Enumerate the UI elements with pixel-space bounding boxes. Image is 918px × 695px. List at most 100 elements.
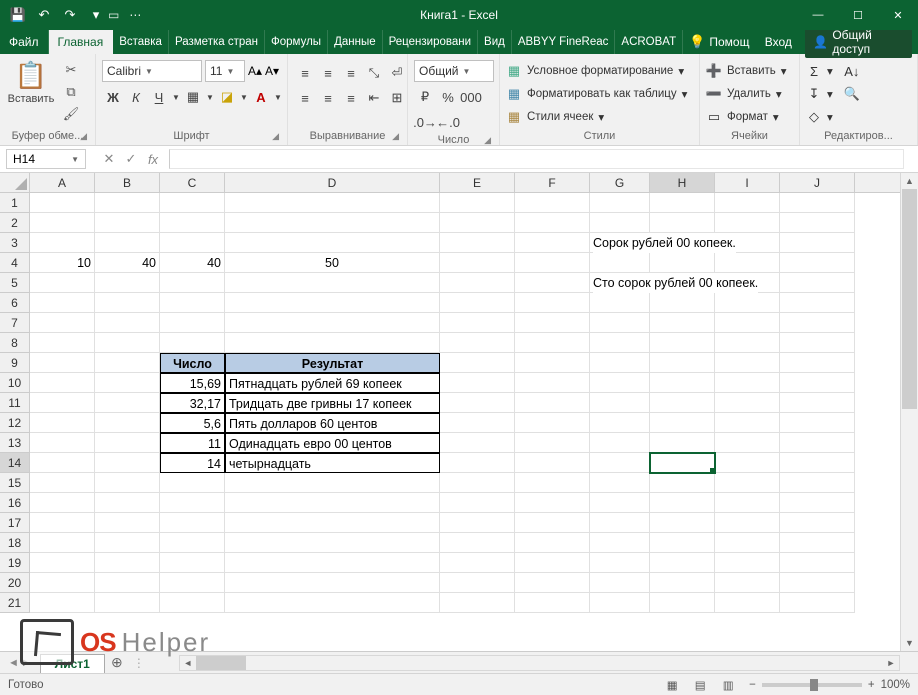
cell[interactable] <box>440 593 515 613</box>
cell[interactable] <box>160 493 225 513</box>
cell[interactable] <box>95 593 160 613</box>
enter-formula-button[interactable]: ✓ <box>121 151 141 167</box>
cell[interactable] <box>160 213 225 233</box>
row-header[interactable]: 12 <box>0 413 30 433</box>
row-header[interactable]: 5 <box>0 273 30 293</box>
cell[interactable] <box>440 213 515 233</box>
save-button[interactable]: 💾 <box>6 3 30 27</box>
cell[interactable]: 32,17 <box>160 393 225 413</box>
cell[interactable] <box>225 573 440 593</box>
conditional-formatting-button[interactable]: ▦Условное форматирование ▾ <box>506 60 687 82</box>
tab-formulas[interactable]: Формулы <box>265 30 328 54</box>
cell[interactable] <box>30 473 95 493</box>
sign-in-label[interactable]: Вход <box>765 35 792 49</box>
cell[interactable] <box>780 213 855 233</box>
font-name-combo[interactable]: Calibri▼ <box>102 60 202 82</box>
cell[interactable] <box>225 333 440 353</box>
cell[interactable] <box>590 593 650 613</box>
cell[interactable] <box>225 493 440 513</box>
decrease-font-button[interactable]: A▾ <box>265 64 279 78</box>
cell[interactable] <box>590 253 650 273</box>
autosum-button[interactable]: Σ▾ A↓ <box>806 60 860 82</box>
zoom-in-button[interactable]: + <box>868 679 875 691</box>
copy-button[interactable]: ⧉ <box>60 82 82 102</box>
tab-insert[interactable]: Вставка <box>113 30 169 54</box>
cell[interactable] <box>590 353 650 373</box>
align-center-button[interactable]: ≡ <box>317 88 339 108</box>
row-header[interactable]: 14 <box>0 453 30 473</box>
cell[interactable] <box>715 333 780 353</box>
row-header[interactable]: 1 <box>0 193 30 213</box>
cell[interactable] <box>225 593 440 613</box>
percent-button[interactable]: % <box>437 87 459 107</box>
row-header[interactable]: 9 <box>0 353 30 373</box>
cell[interactable] <box>95 493 160 513</box>
dialog-launcher-icon[interactable]: ◢ <box>484 135 491 146</box>
col-header[interactable]: E <box>440 173 515 192</box>
cell[interactable]: Результат <box>225 353 440 373</box>
cell[interactable] <box>780 593 855 613</box>
tab-view[interactable]: Вид <box>478 30 512 54</box>
cell[interactable] <box>590 333 650 353</box>
cell[interactable] <box>440 353 515 373</box>
cell[interactable] <box>780 493 855 513</box>
cell[interactable] <box>160 233 225 253</box>
cell[interactable] <box>650 373 715 393</box>
cell[interactable] <box>515 373 590 393</box>
font-size-combo[interactable]: 11▼ <box>205 60 245 82</box>
cell[interactable] <box>30 273 95 293</box>
cell[interactable] <box>225 233 440 253</box>
redo-button[interactable]: ↷ <box>58 3 82 27</box>
cell[interactable] <box>590 553 650 573</box>
cell[interactable] <box>95 553 160 573</box>
cell[interactable] <box>95 473 160 493</box>
col-header[interactable]: A <box>30 173 95 192</box>
cell[interactable] <box>225 213 440 233</box>
cell[interactable] <box>95 573 160 593</box>
view-page-layout-button[interactable]: ▤ <box>689 676 711 694</box>
cell[interactable] <box>780 373 855 393</box>
delete-cells-button[interactable]: ➖Удалить ▾ <box>706 83 787 105</box>
tab-file[interactable]: Файл <box>0 30 49 54</box>
row-header[interactable]: 11 <box>0 393 30 413</box>
row-header[interactable]: 13 <box>0 433 30 453</box>
align-right-button[interactable]: ≡ <box>340 88 362 108</box>
customize-qat-button[interactable]: ▾ <box>84 3 108 27</box>
cell[interactable]: Пять долларов 60 центов <box>225 413 440 433</box>
col-header[interactable]: F <box>515 173 590 192</box>
cell[interactable] <box>515 333 590 353</box>
cell[interactable] <box>590 413 650 433</box>
cell[interactable] <box>440 253 515 273</box>
increase-decimal-button[interactable]: .0→ <box>414 112 436 132</box>
cell[interactable] <box>440 233 515 253</box>
ribbon-display-options[interactable]: ▭ ⋯ <box>108 8 141 22</box>
cell[interactable] <box>440 193 515 213</box>
cell[interactable] <box>440 393 515 413</box>
cell[interactable] <box>95 533 160 553</box>
cell[interactable] <box>590 193 650 213</box>
cell[interactable] <box>715 293 780 313</box>
cell[interactable] <box>30 513 95 533</box>
horizontal-scrollbar[interactable]: ◄ ► <box>179 655 900 671</box>
cell[interactable] <box>650 313 715 333</box>
cell[interactable] <box>650 353 715 373</box>
cell[interactable] <box>650 293 715 313</box>
dialog-launcher-icon[interactable]: ◢ <box>272 131 279 142</box>
clear-button[interactable]: ◇▾ <box>806 106 860 128</box>
cell[interactable] <box>715 473 780 493</box>
name-box[interactable]: H14▼ <box>6 149 86 169</box>
zoom-level[interactable]: 100% <box>881 679 910 691</box>
cell[interactable] <box>30 433 95 453</box>
cell[interactable] <box>715 373 780 393</box>
cell[interactable] <box>780 513 855 533</box>
cell[interactable] <box>30 533 95 553</box>
tab-data[interactable]: Данные <box>328 30 383 54</box>
cell[interactable] <box>515 193 590 213</box>
cell[interactable] <box>160 573 225 593</box>
wrap-text-button[interactable]: ⏎ <box>386 63 408 83</box>
vertical-scrollbar[interactable]: ▲ ▼ <box>900 173 918 651</box>
tab-acrobat[interactable]: ACROBAT <box>615 30 683 54</box>
scroll-down-icon[interactable]: ▼ <box>905 635 914 651</box>
cell[interactable] <box>590 313 650 333</box>
dialog-launcher-icon[interactable]: ◢ <box>80 131 87 142</box>
